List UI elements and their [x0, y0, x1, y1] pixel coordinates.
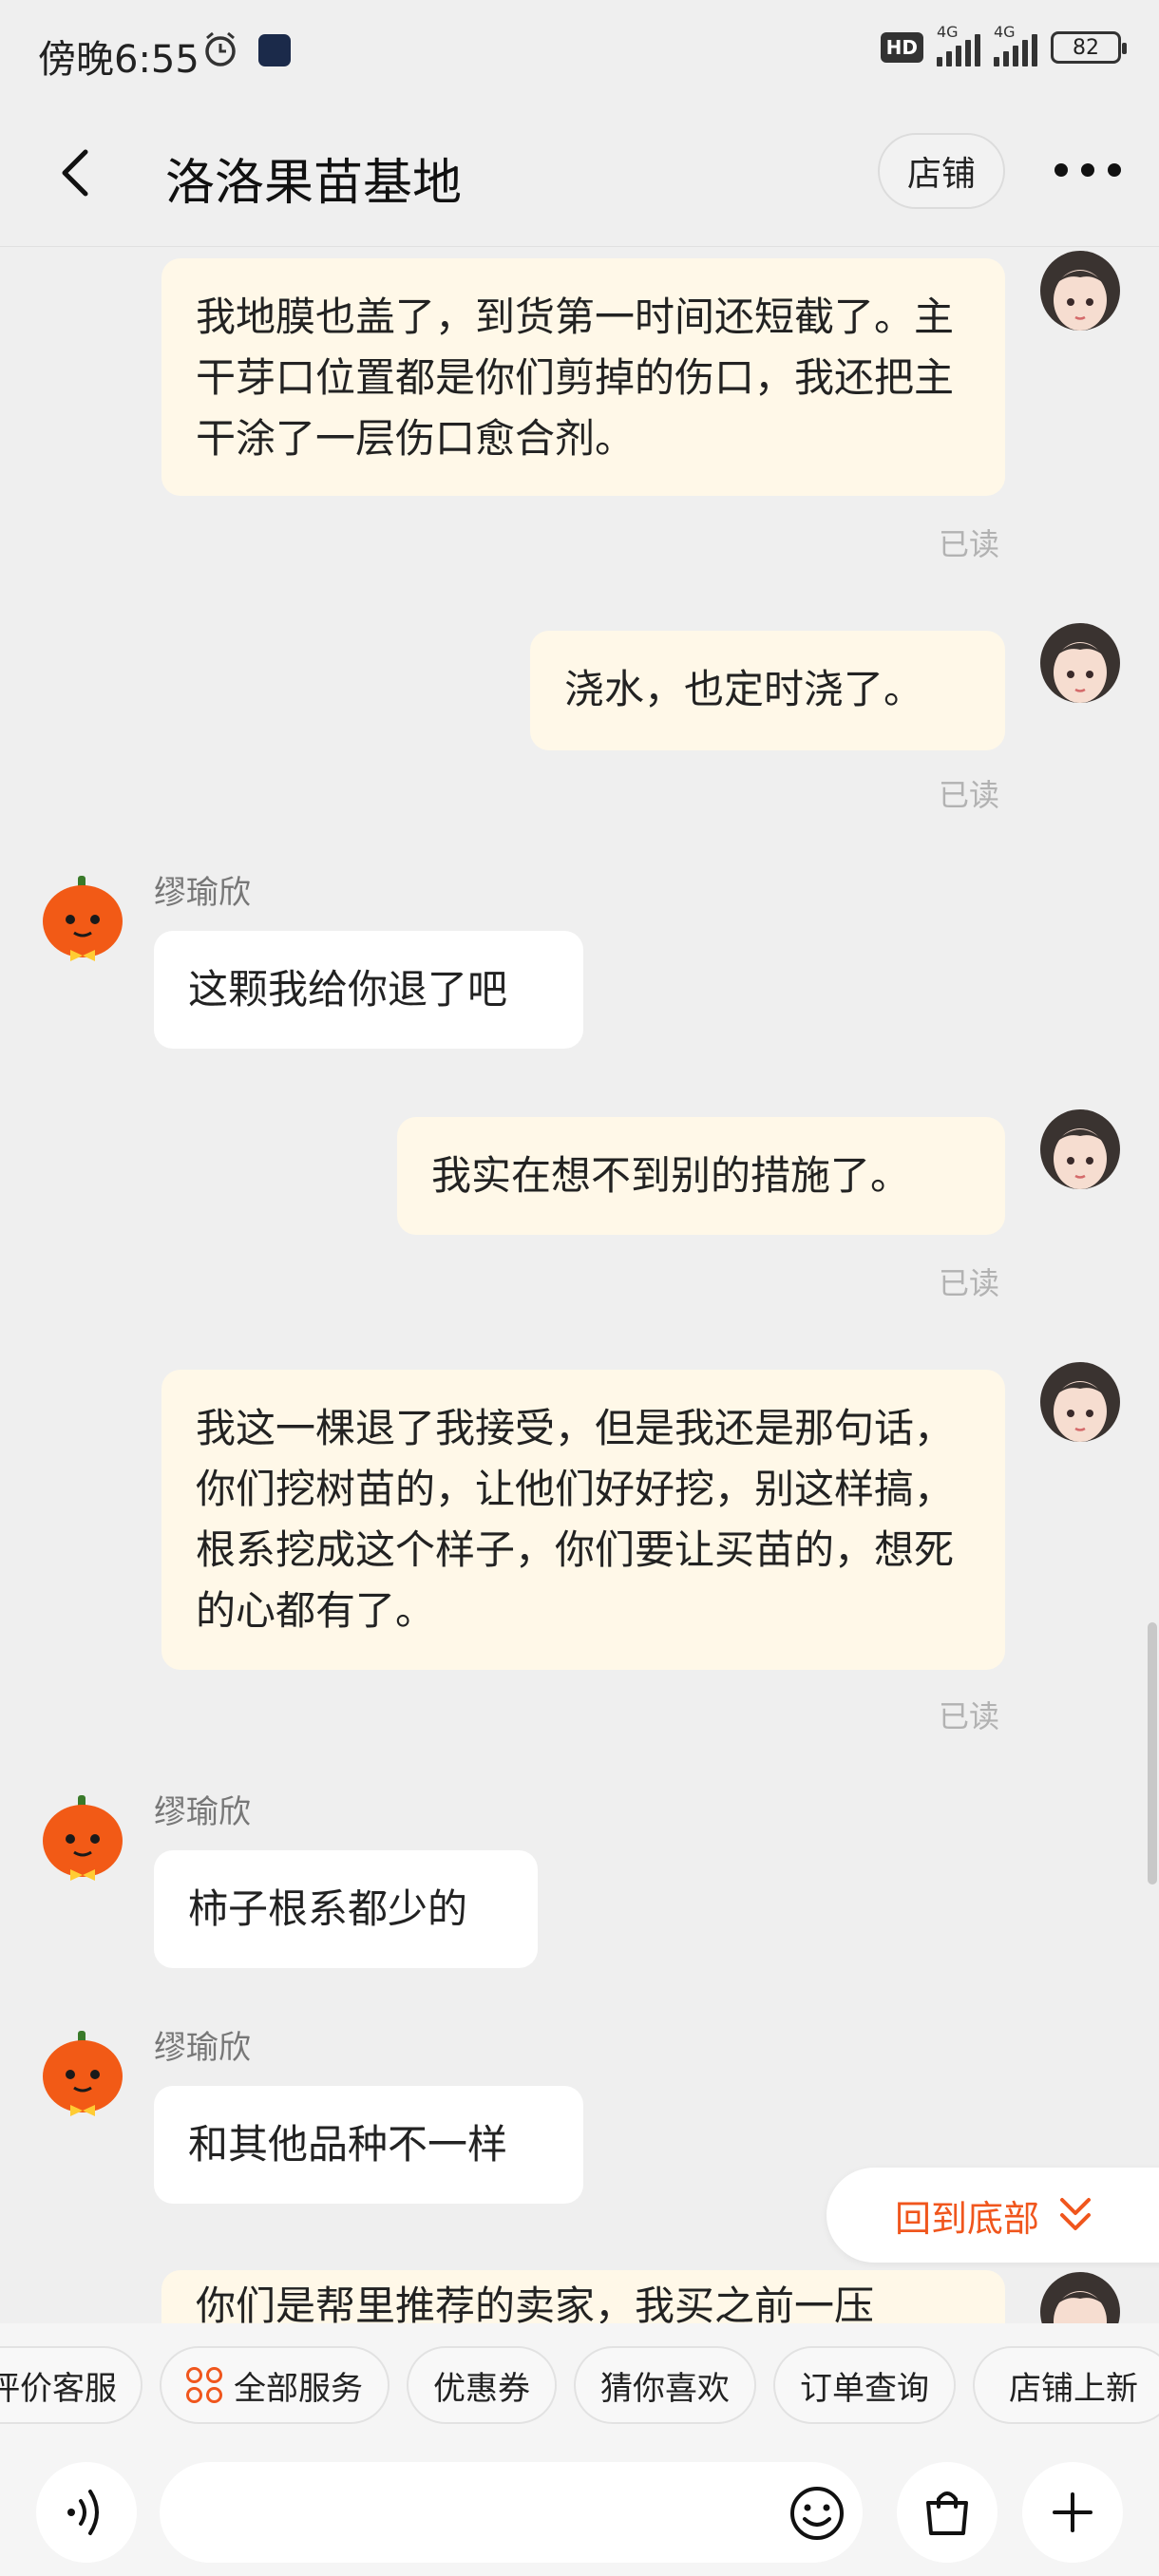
shop-avatar[interactable]	[40, 1793, 125, 1885]
chip-rate-service[interactable]: 评价客服	[0, 2346, 142, 2424]
plus-icon	[1053, 2492, 1092, 2532]
chip-coupons[interactable]: 优惠券	[407, 2346, 557, 2424]
sender-name: 缪瑜欣	[154, 874, 251, 912]
message-bubble-sent[interactable]: 浇水，也定时浇了。	[530, 631, 1005, 750]
user-avatar[interactable]	[1037, 621, 1123, 710]
user-avatar[interactable]	[1037, 1360, 1123, 1449]
double-chevron-down-icon	[1060, 2198, 1092, 2230]
status-time: 傍晚6:55	[38, 38, 200, 82]
sender-name: 缪瑜欣	[154, 1793, 251, 1831]
shopping-bag-icon	[926, 2491, 968, 2535]
more-actions-button[interactable]	[1022, 2462, 1123, 2563]
user-avatar[interactable]	[1037, 249, 1123, 338]
back-to-bottom-button[interactable]: 回到底部	[826, 2168, 1159, 2263]
product-button[interactable]	[897, 2462, 998, 2563]
message-bubble-sent[interactable]: 我实在想不到别的措施了。	[397, 1117, 1005, 1235]
chip-all-services[interactable]: 全部服务	[160, 2346, 390, 2424]
battery-icon: 82	[1051, 31, 1127, 64]
chip-recommendations[interactable]: 猜你喜欢	[574, 2346, 756, 2424]
message-bubble-received[interactable]: 这颗我给你退了吧	[154, 931, 583, 1049]
services-grid-icon	[186, 2367, 222, 2403]
voice-icon	[67, 2490, 99, 2535]
user-avatar[interactable]	[1037, 1108, 1123, 1197]
chat-header: 洛洛果苗基地 店铺	[0, 104, 1159, 247]
user-avatar[interactable]	[1037, 2270, 1123, 2323]
quick-actions-bar: 评价客服 全部服务 优惠券 猜你喜欢 订单查询 店铺上新	[0, 2323, 1159, 2453]
back-arrow-icon[interactable]	[48, 144, 104, 201]
read-status: 已读	[939, 1698, 1000, 1734]
message-bubble-received[interactable]: 和其他品种不一样	[154, 2086, 583, 2204]
emoji-icon[interactable]	[788, 2485, 846, 2542]
read-status: 已读	[939, 777, 1000, 813]
message-bubble-received[interactable]: 柿子根系都少的	[154, 1850, 538, 1968]
chat-title: 洛洛果苗基地	[165, 155, 463, 212]
message-bubble-sent[interactable]: 你们是帮里推荐的卖家，我买之前一压	[162, 2270, 1005, 2323]
back-to-bottom-label: 回到底部	[895, 2197, 1040, 2240]
partial-message-clip: 你们是帮里推荐的卖家，我买之前一压	[0, 2270, 1159, 2323]
input-bar	[0, 2453, 1159, 2576]
chip-new-arrivals[interactable]: 店铺上新	[973, 2346, 1159, 2424]
shop-button[interactable]: 店铺	[878, 133, 1005, 209]
signal-icon-2: 4G	[994, 23, 1037, 66]
message-bubble-sent[interactable]: 我地膜也盖了，到货第一时间还短截了。主干芽口位置都是你们剪掉的伤口，我还把主干涂…	[162, 258, 1005, 496]
chip-all-services-label: 全部服务	[234, 2369, 363, 2408]
read-status: 已读	[939, 526, 1000, 562]
hd-badge: HD	[880, 32, 923, 63]
app-notification-icon	[258, 34, 291, 66]
signal-icon-1: 4G	[937, 23, 980, 66]
scrollbar[interactable]	[1148, 1622, 1157, 1885]
read-status: 已读	[939, 1265, 1000, 1301]
chip-order-query[interactable]: 订单查询	[773, 2346, 956, 2424]
message-bubble-sent[interactable]: 我这一棵退了我接受，但是我还是那句话，你们挖树苗的，让他们好好挖，别这样搞，根系…	[162, 1370, 1005, 1670]
alarm-icon	[205, 31, 236, 66]
status-bar: 傍晚6:55 HD 4G 4G 82	[0, 0, 1159, 104]
more-options-icon[interactable]	[1054, 163, 1121, 177]
shop-avatar[interactable]	[40, 2029, 125, 2120]
shop-avatar[interactable]	[40, 874, 125, 965]
sender-name: 缪瑜欣	[154, 2029, 251, 2067]
voice-button[interactable]	[36, 2462, 137, 2563]
message-input[interactable]	[160, 2462, 863, 2563]
